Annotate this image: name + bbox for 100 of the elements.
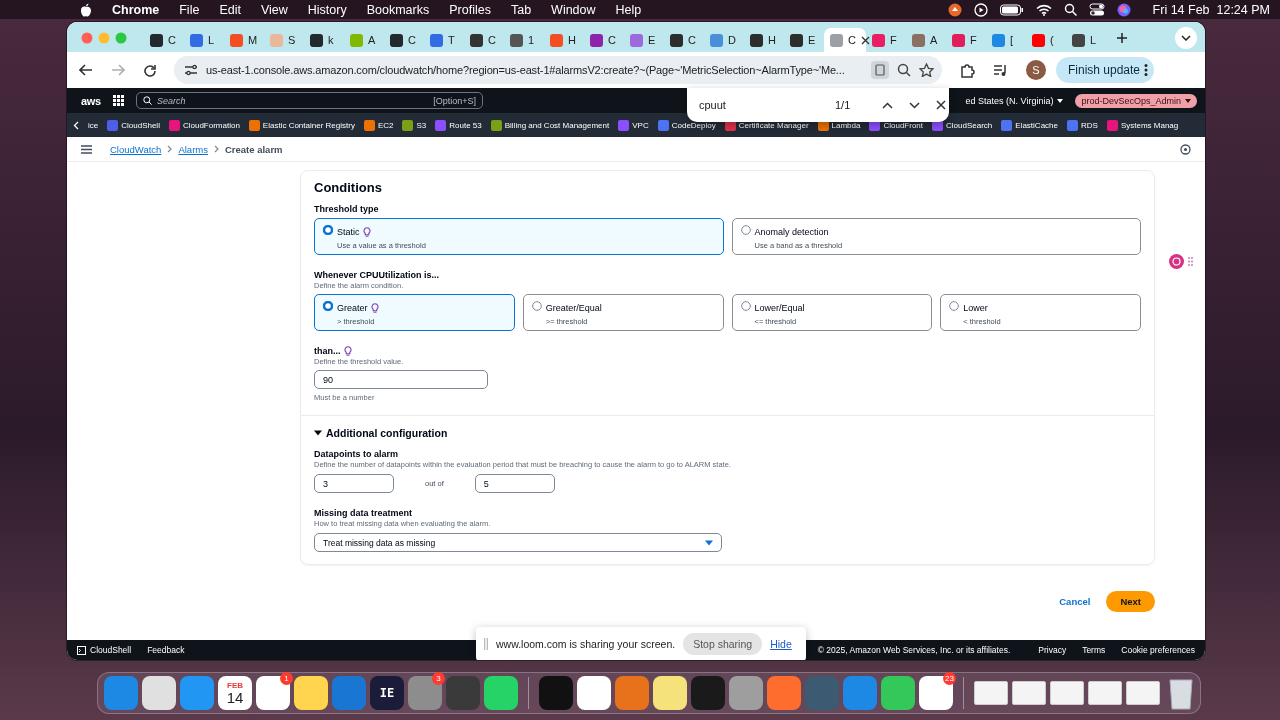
- media-icon[interactable]: [993, 63, 1008, 77]
- menu-item[interactable]: Window: [551, 2, 596, 17]
- service-link[interactable]: ice: [88, 120, 99, 130]
- browser-tab[interactable]: C: [664, 28, 704, 52]
- address-field[interactable]: us-east-1.console.aws.amazon.com/cloudwatch/home?region=us-east-1#alarmsV2:create?~(Page~'MetricSelection~AlarmType~'Me...: [174, 56, 942, 84]
- service-shortcut[interactable]: Route 53: [435, 119, 482, 131]
- ring-icon[interactable]: [1180, 143, 1191, 155]
- browser-tab[interactable]: S: [264, 28, 304, 52]
- reload-icon[interactable]: [143, 63, 156, 77]
- clock[interactable]: Fri 14 Feb 12:24 PM: [1152, 2, 1270, 17]
- info-bulb-icon[interactable]: [362, 226, 371, 237]
- wifi-icon[interactable]: [1035, 3, 1052, 16]
- window-thumbnail[interactable]: [974, 681, 1008, 705]
- update-button[interactable]: Finish update: [1056, 57, 1155, 83]
- app-icon[interactable]: [881, 676, 915, 710]
- service-shortcut[interactable]: RDS: [1067, 119, 1098, 131]
- window-thumbnail[interactable]: [1088, 681, 1122, 705]
- page-icon[interactable]: [871, 61, 889, 79]
- profile-avatar[interactable]: S: [1026, 60, 1046, 80]
- app-icon[interactable]: [294, 676, 328, 710]
- next-button[interactable]: Next: [1106, 591, 1155, 612]
- close-icon[interactable]: [860, 35, 870, 45]
- app-icon[interactable]: IE: [370, 676, 404, 710]
- browser-tab[interactable]: T: [424, 28, 464, 52]
- search-field[interactable]: Search [Option+S]: [135, 92, 483, 109]
- app-icon[interactable]: [142, 676, 176, 710]
- region-selector[interactable]: ed States (N. Virginia): [965, 95, 1064, 106]
- menu-item[interactable]: View: [260, 2, 288, 17]
- chevron-up-icon[interactable]: [882, 101, 894, 109]
- footer-link[interactable]: Cookie preferences: [1121, 645, 1195, 655]
- battery-icon[interactable]: [999, 3, 1024, 16]
- service-shortcut[interactable]: S3: [402, 119, 427, 131]
- new-tab-icon[interactable]: [1116, 32, 1128, 44]
- breadcrumb-link[interactable]: CloudWatch: [110, 143, 162, 155]
- browser-tab[interactable]: (: [1026, 28, 1066, 52]
- trash-icon[interactable]: [1168, 676, 1194, 710]
- app-menu[interactable]: Chrome: [112, 2, 160, 17]
- datapoints-input[interactable]: 3: [314, 474, 394, 493]
- aws-logo[interactable]: aws: [81, 94, 101, 107]
- hide-link[interactable]: Hide: [770, 638, 792, 650]
- browser-tab[interactable]: C: [144, 28, 184, 52]
- menu-item[interactable]: History: [307, 2, 347, 17]
- service-shortcut[interactable]: Elastic Container Registry: [248, 119, 355, 131]
- footer-link[interactable]: Terms: [1082, 645, 1106, 655]
- breadcrumb-link[interactable]: Alarms: [178, 143, 208, 155]
- browser-tab[interactable]: H: [544, 28, 584, 52]
- window-thumbnail[interactable]: [1126, 681, 1160, 705]
- star-icon[interactable]: [919, 63, 934, 77]
- menu-item[interactable]: Bookmarks: [366, 2, 430, 17]
- service-shortcut[interactable]: VPC: [618, 119, 649, 131]
- browser-tab[interactable]: C: [584, 28, 624, 52]
- app-status-icon[interactable]: [947, 2, 962, 17]
- cloudshell-link[interactable]: CloudShell: [77, 645, 132, 655]
- browser-tab[interactable]: C: [384, 28, 424, 52]
- menu-item[interactable]: Help: [615, 2, 642, 17]
- drag-handle-icon[interactable]: [1188, 257, 1193, 266]
- back-icon[interactable]: [79, 64, 93, 76]
- service-shortcut[interactable]: Billing and Cost Management: [490, 119, 610, 131]
- browser-tab[interactable]: M: [224, 28, 264, 52]
- chevron-left-icon[interactable]: [73, 120, 79, 130]
- toggle-icon[interactable]: [1088, 3, 1105, 16]
- info-bulb-icon[interactable]: [343, 346, 352, 356]
- chevron-down-icon[interactable]: [909, 101, 921, 109]
- apps-grid-icon[interactable]: [112, 95, 124, 106]
- app-icon[interactable]: [653, 676, 687, 710]
- browser-tab[interactable]: k: [304, 28, 344, 52]
- period-input[interactable]: 5: [474, 474, 555, 493]
- browser-tab[interactable]: L: [1066, 28, 1106, 52]
- browser-tab[interactable]: [: [986, 28, 1026, 52]
- service-shortcut[interactable]: EC2: [363, 119, 394, 131]
- window-thumbnail[interactable]: [1012, 681, 1046, 705]
- footer-link[interactable]: Privacy: [1038, 645, 1067, 655]
- browser-tab[interactable]: L: [184, 28, 224, 52]
- app-icon[interactable]: [577, 676, 611, 710]
- siri-icon[interactable]: [1116, 2, 1131, 17]
- threshold-input[interactable]: 90: [314, 370, 488, 389]
- browser-tab[interactable]: A: [906, 28, 946, 52]
- stop-sharing-button[interactable]: Stop sharing: [683, 633, 763, 655]
- window-thumbnail[interactable]: [1050, 681, 1084, 705]
- menu-item[interactable]: Edit: [219, 2, 241, 17]
- missing-data-select[interactable]: Treat missing data as missing: [314, 533, 722, 552]
- service-shortcut[interactable]: ElastiCache: [1001, 119, 1058, 131]
- search-icon[interactable]: [1063, 3, 1077, 16]
- cancel-link[interactable]: Cancel: [1059, 596, 1091, 607]
- service-shortcut[interactable]: CloudShell: [107, 119, 160, 131]
- browser-tab[interactable]: D: [704, 28, 744, 52]
- service-shortcut[interactable]: CodeDeploy: [657, 119, 716, 131]
- menu-icon[interactable]: [81, 144, 92, 154]
- menu-item[interactable]: Tab: [510, 2, 532, 17]
- menu-item[interactable]: Profiles: [449, 2, 491, 17]
- close-icon[interactable]: [936, 100, 947, 110]
- browser-tab[interactable]: E: [784, 28, 824, 52]
- account-menu[interactable]: prod-DevSecOps_Admin: [1075, 93, 1197, 108]
- tab-search-button[interactable]: [1175, 27, 1197, 49]
- browser-tab[interactable]: H: [744, 28, 784, 52]
- browser-tab[interactable]: C: [464, 28, 504, 52]
- extension-icon[interactable]: [960, 62, 975, 78]
- app-icon[interactable]: [484, 676, 518, 710]
- play-icon[interactable]: [973, 2, 988, 17]
- browser-tab[interactable]: F: [946, 28, 986, 52]
